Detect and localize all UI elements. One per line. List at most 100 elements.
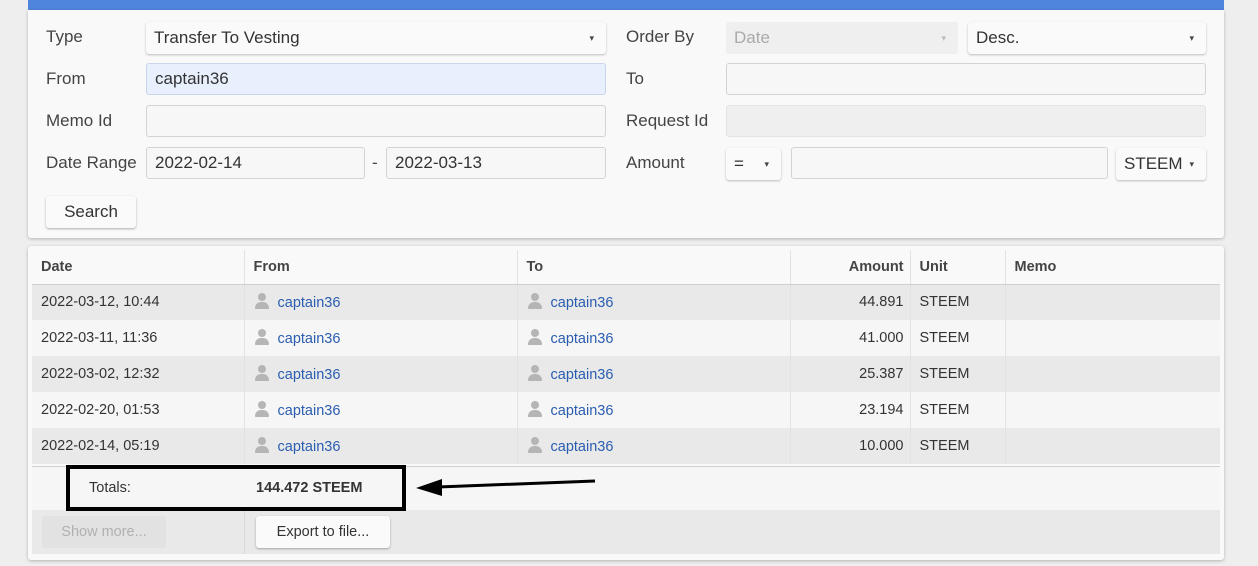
row-to[interactable]: captain36 — [516, 284, 790, 320]
order-direction-value: Desc. — [976, 28, 1020, 47]
row-amount: 23.194 — [789, 392, 910, 428]
row-from[interactable]: captain36 — [243, 428, 517, 464]
order-by-label: Order By — [626, 27, 695, 46]
table-footer: Show more... Export to file... — [32, 510, 1220, 554]
memo-id-label: Memo Id — [46, 111, 113, 130]
table-row: 2022-02-20, 01:53 captain36 captain36 23… — [32, 392, 1220, 428]
chevron-down-icon: ▾ — [941, 33, 946, 43]
filter-panel: Type Transfer To Vesting ▾ From captain3… — [28, 10, 1224, 238]
column-header-amount[interactable]: Amount — [789, 250, 910, 285]
order-by-select: Date ▾ — [726, 22, 958, 54]
from-user-link[interactable]: captain36 — [278, 439, 341, 455]
row-to[interactable]: captain36 — [516, 392, 790, 428]
row-from[interactable]: captain36 — [243, 356, 517, 392]
column-header-memo[interactable]: Memo — [1004, 250, 1220, 285]
chevron-down-icon: ▾ — [1189, 159, 1194, 169]
results-panel: Date From To Amount Unit Memo 2022-03-12… — [28, 246, 1224, 560]
table-row: 2022-02-14, 05:19 captain36 captain36 10… — [32, 428, 1220, 464]
row-to[interactable]: captain36 — [516, 428, 790, 464]
to-input[interactable] — [726, 63, 1206, 95]
user-icon — [254, 293, 270, 310]
user-icon — [527, 401, 543, 417]
row-from[interactable]: captain36 — [243, 392, 517, 428]
row-amount: 44.891 — [789, 284, 910, 320]
amount-label: Amount — [626, 153, 685, 172]
type-select[interactable]: Transfer To Vesting ▾ — [146, 22, 606, 54]
date-separator: - — [372, 153, 378, 172]
row-unit: STEEM — [909, 356, 1005, 392]
from-user-link[interactable]: captain36 — [278, 331, 341, 347]
column-header-from[interactable]: From — [243, 250, 517, 285]
row-unit: STEEM — [909, 284, 1005, 320]
amount-operator-select[interactable]: = ▾ — [726, 148, 781, 180]
annotation-arrow-icon — [416, 479, 596, 496]
date-to-input[interactable]: 2022-03-13 — [386, 147, 606, 179]
table-row: 2022-03-12, 10:44 captain36 captain36 44… — [32, 284, 1220, 320]
to-user-link[interactable]: captain36 — [551, 439, 614, 455]
row-amount: 10.000 — [789, 428, 910, 464]
from-label: From — [46, 69, 86, 88]
from-user-link[interactable]: captain36 — [278, 295, 341, 311]
column-header-unit[interactable]: Unit — [909, 250, 1005, 285]
user-icon — [527, 365, 543, 381]
user-icon — [527, 329, 543, 345]
from-user-link[interactable]: captain36 — [278, 367, 341, 383]
date-from-input[interactable]: 2022-02-14 — [146, 147, 365, 179]
amount-input[interactable] — [791, 147, 1108, 179]
request-id-input — [726, 105, 1206, 137]
user-icon — [254, 329, 270, 345]
export-button[interactable]: Export to file... — [256, 516, 390, 548]
row-date: 2022-03-02, 12:32 — [32, 356, 244, 392]
user-icon — [254, 365, 270, 381]
row-date: 2022-03-12, 10:44 — [32, 284, 244, 320]
type-label: Type — [46, 27, 83, 46]
footer-divider — [244, 510, 245, 554]
to-user-link[interactable]: captain36 — [551, 403, 614, 419]
row-amount: 41.000 — [789, 320, 910, 356]
row-from[interactable]: captain36 — [243, 320, 517, 356]
to-user-link[interactable]: captain36 — [551, 331, 614, 347]
row-memo — [1004, 284, 1220, 320]
to-user-link[interactable]: captain36 — [551, 295, 614, 311]
row-to[interactable]: captain36 — [516, 356, 790, 392]
chevron-down-icon: ▾ — [764, 159, 769, 169]
table-header-row: Date From To Amount Unit Memo — [32, 250, 1220, 285]
to-label: To — [626, 69, 644, 88]
row-memo — [1004, 320, 1220, 356]
totals-highlight-box — [66, 465, 406, 511]
request-id-label: Request Id — [626, 111, 709, 130]
to-user-link[interactable]: captain36 — [551, 367, 614, 383]
user-icon — [254, 401, 270, 417]
user-icon — [527, 437, 543, 453]
row-from[interactable]: captain36 — [243, 284, 517, 320]
row-amount: 25.387 — [789, 356, 910, 392]
row-memo — [1004, 428, 1220, 464]
order-by-value: Date — [734, 28, 770, 47]
header-accent-bar — [28, 0, 1224, 10]
row-date: 2022-02-14, 05:19 — [32, 428, 244, 464]
table-row: 2022-03-02, 12:32 captain36 captain36 25… — [32, 356, 1220, 392]
column-header-date[interactable]: Date — [32, 250, 244, 285]
row-memo — [1004, 356, 1220, 392]
row-unit: STEEM — [909, 392, 1005, 428]
amount-operator-value: = — [734, 154, 744, 173]
chevron-down-icon: ▾ — [1189, 33, 1194, 43]
user-icon — [527, 293, 543, 310]
show-more-button[interactable]: Show more... — [42, 516, 166, 548]
row-memo — [1004, 392, 1220, 428]
type-select-value: Transfer To Vesting — [154, 28, 300, 47]
from-input[interactable]: captain36 — [146, 63, 606, 95]
row-unit: STEEM — [909, 320, 1005, 356]
table-row: 2022-03-11, 11:36 captain36 captain36 41… — [32, 320, 1220, 356]
column-header-to[interactable]: To — [516, 250, 790, 285]
amount-unit-value: STEEM — [1124, 154, 1183, 173]
search-button[interactable]: Search — [46, 196, 136, 228]
order-direction-select[interactable]: Desc. ▾ — [968, 22, 1206, 54]
amount-unit-select[interactable]: STEEM ▾ — [1116, 148, 1206, 180]
row-date: 2022-03-11, 11:36 — [32, 320, 244, 356]
row-to[interactable]: captain36 — [516, 320, 790, 356]
from-user-link[interactable]: captain36 — [278, 403, 341, 419]
row-unit: STEEM — [909, 428, 1005, 464]
memo-id-input[interactable] — [146, 105, 606, 137]
results-table: Date From To Amount Unit Memo 2022-03-12… — [32, 250, 1220, 464]
